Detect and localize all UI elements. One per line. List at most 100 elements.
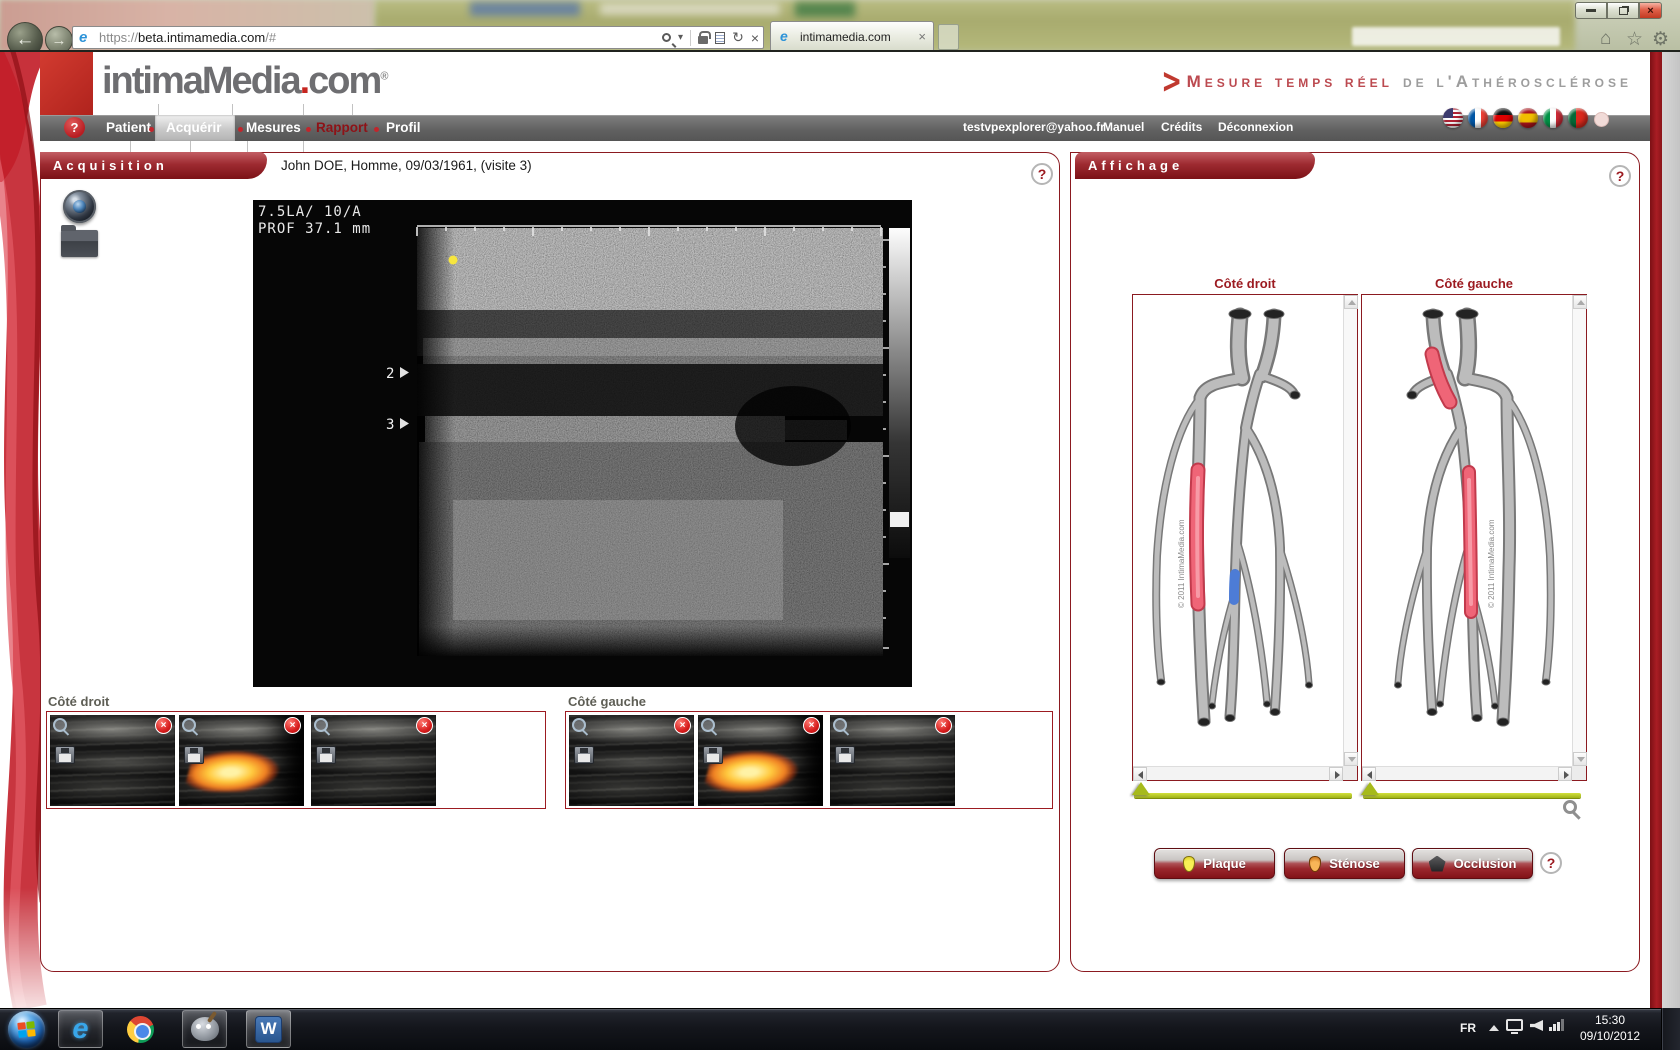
thumbnail[interactable]: × — [50, 715, 175, 806]
zoom-slider-left[interactable] — [1363, 793, 1581, 798]
legend-occlusion-button[interactable]: Occlusion — [1412, 848, 1533, 879]
scroll-down-button[interactable] — [1573, 752, 1587, 766]
refresh-button[interactable]: ↻ — [732, 29, 744, 46]
ultrasound-marker-2: 2 — [386, 366, 394, 382]
camera-icon[interactable] — [63, 190, 96, 223]
magnifier-icon[interactable] — [833, 718, 847, 732]
save-icon[interactable] — [574, 746, 594, 764]
magnifier-icon[interactable] — [53, 718, 67, 732]
show-desktop-button[interactable] — [1661, 1008, 1680, 1050]
folder-icon[interactable] — [61, 230, 98, 257]
taskbar-gimp-button[interactable] — [182, 1010, 227, 1048]
delete-button[interactable]: × — [803, 717, 820, 734]
manual-link[interactable]: Manuel — [1103, 120, 1144, 134]
thumbnail[interactable]: × — [179, 715, 304, 806]
flag-it[interactable] — [1543, 108, 1563, 128]
save-icon[interactable] — [316, 746, 336, 764]
legend-stenose-button[interactable]: Sténose — [1284, 848, 1405, 879]
tray-expand-icon[interactable] — [1489, 1025, 1499, 1031]
legend-plaque-button[interactable]: Plaque — [1154, 848, 1275, 879]
flag-es[interactable] — [1518, 108, 1538, 128]
forward-button[interactable]: → — [45, 26, 73, 51]
chevron-right-icon: > — [1163, 60, 1181, 104]
nav-help-button[interactable]: ? — [64, 117, 85, 138]
thumbnail[interactable]: × — [569, 715, 694, 806]
horizontal-scrollbar[interactable] — [1133, 766, 1343, 780]
save-icon[interactable] — [703, 746, 723, 764]
vertical-scrollbar[interactable] — [1572, 295, 1586, 766]
home-icon[interactable]: ⌂ — [1600, 28, 1611, 50]
background-window-blur — [795, 2, 855, 17]
display-icon[interactable] — [1506, 1019, 1523, 1031]
zoom-slider-right[interactable] — [1134, 793, 1352, 798]
thumbnail[interactable]: × — [311, 715, 436, 806]
network-icon[interactable] — [1549, 1019, 1565, 1031]
nav-item-rapport[interactable]: Rapport — [316, 120, 368, 135]
magnifier-icon[interactable] — [314, 718, 328, 732]
zoom-magnifier-icon[interactable] — [1563, 800, 1577, 814]
save-icon[interactable] — [835, 746, 855, 764]
language-indicator[interactable]: FR — [1460, 1021, 1476, 1035]
slider-handle[interactable] — [1132, 782, 1150, 795]
favorites-star-icon[interactable]: ☆ — [1626, 28, 1643, 51]
thumbnail[interactable]: × — [830, 715, 955, 806]
compatibility-view-icon[interactable] — [715, 32, 725, 44]
slider-handle[interactable] — [1361, 782, 1379, 795]
thumbnail[interactable]: × — [698, 715, 823, 806]
scrollbar-corner — [1572, 766, 1586, 780]
taskbar-word-button[interactable]: W — [246, 1010, 291, 1048]
nav-item-mesures[interactable]: Mesures — [246, 120, 301, 135]
flag-us[interactable] — [1443, 108, 1463, 128]
scroll-left-button[interactable] — [1362, 767, 1376, 781]
scroll-right-button[interactable] — [1558, 767, 1572, 781]
nav-item-acquerir[interactable]: Acquérir — [166, 120, 222, 135]
restore-button[interactable] — [1607, 2, 1639, 19]
delete-button[interactable]: × — [416, 717, 433, 734]
vertical-scrollbar[interactable] — [1343, 295, 1357, 766]
delete-button[interactable]: × — [284, 717, 301, 734]
nav-item-patient[interactable]: Patient — [106, 120, 151, 135]
gear-icon[interactable]: ⚙ — [1652, 28, 1669, 51]
chevron-down-icon[interactable]: ▾ — [678, 32, 683, 43]
horizontal-scrollbar[interactable] — [1362, 766, 1572, 780]
acquisition-help-button[interactable]: ? — [1031, 163, 1053, 185]
save-icon[interactable] — [55, 746, 75, 764]
delete-button[interactable]: × — [155, 717, 172, 734]
start-button[interactable] — [8, 1011, 45, 1048]
scroll-down-button[interactable] — [1344, 752, 1358, 766]
tab-close-icon[interactable]: × — [918, 29, 926, 44]
back-button[interactable]: ← — [7, 22, 43, 51]
flag-de[interactable] — [1493, 108, 1513, 128]
new-tab-button[interactable] — [938, 24, 959, 50]
address-bar[interactable]: e https://beta.intimamedia.com/# ▾ ↻ × — [72, 26, 764, 49]
browser-tab[interactable]: e intimamedia.com × — [770, 21, 934, 51]
affichage-help-button[interactable]: ? — [1609, 165, 1631, 187]
save-icon[interactable] — [184, 746, 204, 764]
scroll-up-button[interactable] — [1573, 295, 1587, 309]
taskbar-clock[interactable]: 15:30 09/10/2012 — [1574, 1012, 1646, 1044]
flag-fr[interactable] — [1468, 108, 1488, 128]
magnifier-icon[interactable] — [572, 718, 586, 732]
scroll-up-button[interactable] — [1344, 295, 1358, 309]
blue-segment[interactable] — [1234, 574, 1235, 600]
delete-button[interactable]: × — [674, 717, 691, 734]
nav-item-profil[interactable]: Profil — [386, 120, 421, 135]
scroll-left-button[interactable] — [1133, 767, 1147, 781]
flag-pt[interactable] — [1568, 108, 1588, 128]
credits-link[interactable]: Crédits — [1161, 120, 1202, 134]
taskbar-chrome-button[interactable] — [118, 1010, 163, 1048]
logout-link[interactable]: Déconnexion — [1218, 120, 1293, 134]
url-domain: beta.intimamedia.com — [138, 30, 265, 45]
minimize-button[interactable] — [1575, 2, 1607, 19]
magnifier-icon[interactable] — [701, 718, 715, 732]
taskbar-ie-button[interactable]: e — [58, 1010, 103, 1048]
search-icon[interactable] — [662, 33, 671, 42]
delete-button[interactable]: × — [935, 717, 952, 734]
close-window-button[interactable]: × — [1639, 2, 1662, 19]
stop-button[interactable]: × — [751, 30, 759, 46]
legend-help-button[interactable]: ? — [1540, 852, 1562, 874]
flag-inactive — [1594, 112, 1609, 127]
scroll-right-button[interactable] — [1329, 767, 1343, 781]
magnifier-icon[interactable] — [182, 718, 196, 732]
nav-separator-dot — [149, 127, 154, 132]
